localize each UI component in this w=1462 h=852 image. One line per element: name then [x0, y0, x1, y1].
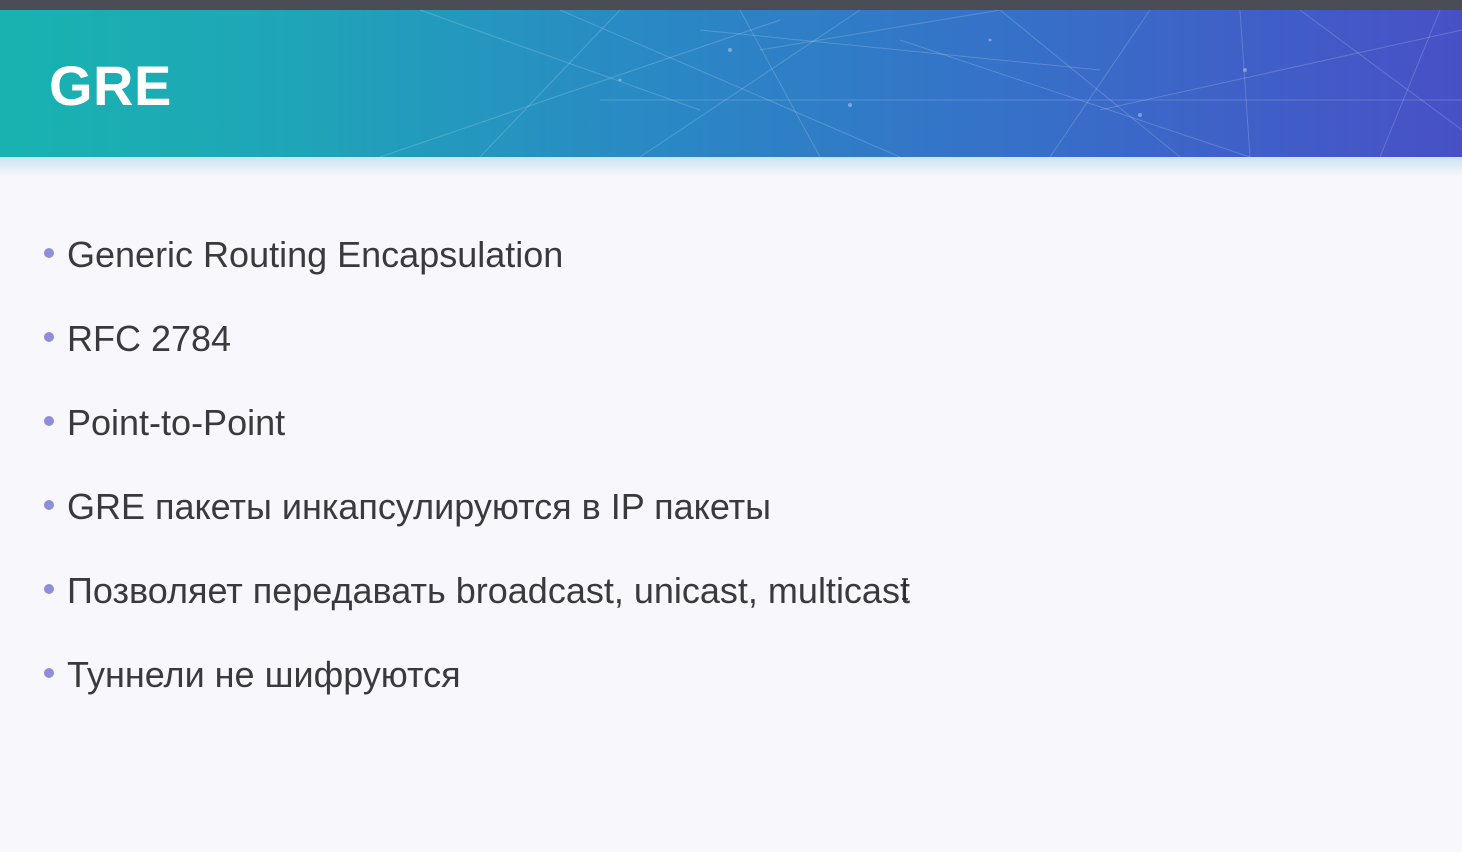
bullet-dot-icon	[44, 248, 54, 258]
bullet-item: Позволяет передавать broadcast, unicast,…	[44, 566, 910, 650]
bullet-list: Generic Routing Encapsulation RFC 2784 P…	[44, 230, 910, 734]
bullet-item: Туннели не шифруются	[44, 650, 910, 734]
bullet-dot-icon	[44, 584, 54, 594]
bullet-text: Generic Routing Encapsulation	[67, 234, 564, 275]
slide-title: GRE	[49, 54, 172, 117]
window-top-strip	[0, 0, 1462, 10]
text-cursor-icon	[902, 578, 908, 600]
bullet-item: GRE пакеты инкапсулируются в IP пакеты	[44, 482, 910, 566]
bullet-item: Point-to-Point	[44, 398, 910, 482]
network-lines-decoration	[379, 10, 1462, 157]
bullet-dot-icon	[44, 416, 54, 426]
bullet-item: Generic Routing Encapsulation	[44, 230, 910, 314]
bullet-dot-icon	[44, 668, 54, 678]
bullet-dot-icon	[44, 500, 54, 510]
bullet-text: RFC 2784	[67, 318, 232, 359]
bullet-text: Туннели не шифруются	[67, 654, 461, 695]
bullet-text: Позволяет передавать broadcast, unicast,…	[67, 570, 910, 611]
bullet-text: Point-to-Point	[67, 402, 286, 443]
bullet-dot-icon	[44, 332, 54, 342]
bullet-item: RFC 2784	[44, 314, 910, 398]
slide-header: GRE	[0, 10, 1462, 157]
bullet-text: GRE пакеты инкапсулируются в IP пакеты	[67, 486, 772, 527]
header-shadow	[0, 157, 1462, 177]
